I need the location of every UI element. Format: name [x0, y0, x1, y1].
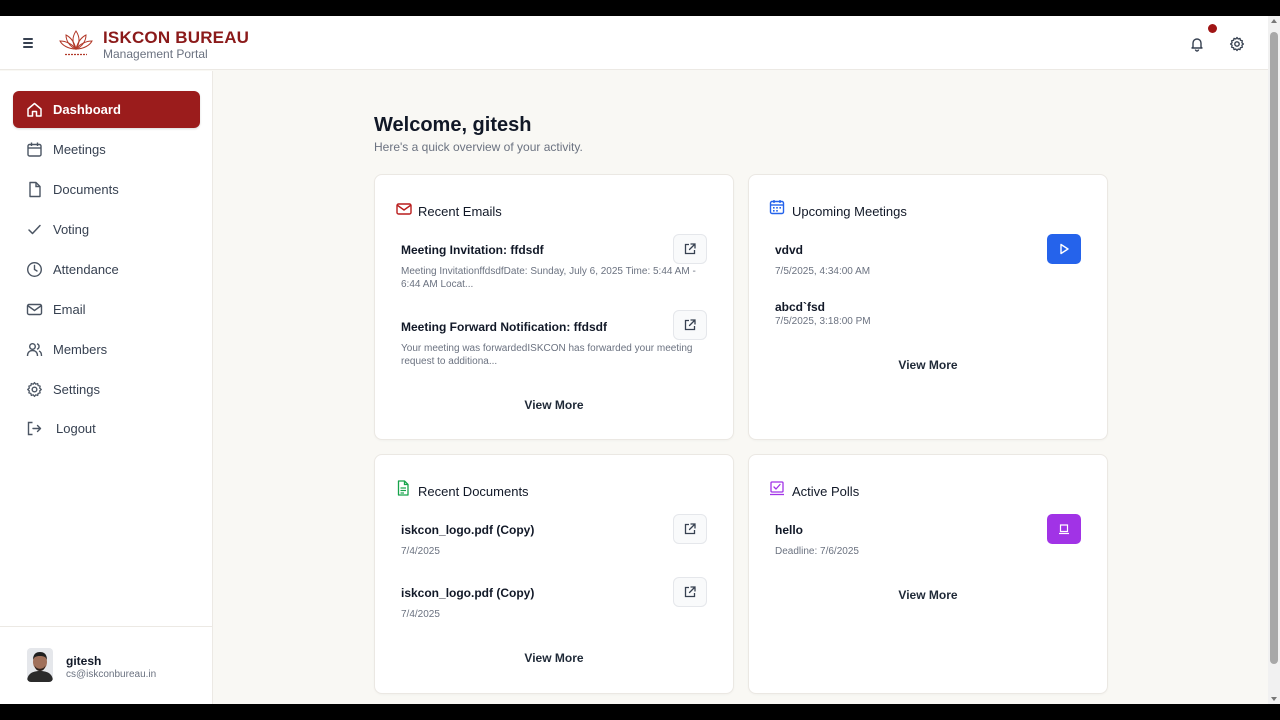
calendar-icon	[27, 142, 42, 157]
sidebar-item-settings[interactable]: Settings	[13, 371, 200, 408]
view-more-polls-link[interactable]: View More	[749, 588, 1107, 602]
email-preview-line: Meeting InvitationffdsdfDate: Sunday, Ju…	[401, 266, 696, 277]
sidebar-item-members[interactable]: Members	[13, 331, 200, 368]
document-title: iskcon_logo.pdf (Copy)	[401, 586, 535, 600]
clock-icon	[26, 261, 43, 278]
calendar-icon	[769, 200, 785, 215]
email-preview-line: Your meeting was forwardedISKCON has for…	[401, 343, 693, 354]
user-email: cs@iskconbureau.in	[66, 669, 157, 680]
avatar[interactable]	[27, 648, 53, 682]
scroll-thumb[interactable]	[1270, 32, 1278, 664]
app-window: ISKCON BUREAU Management Portal Dashboar…	[0, 16, 1268, 704]
home-icon	[27, 102, 42, 117]
bell-icon[interactable]	[1189, 36, 1205, 52]
external-link-icon	[684, 243, 696, 255]
page-title: Welcome, gitesh	[374, 114, 532, 136]
open-email-button[interactable]	[673, 310, 707, 340]
email-preview-line: 6:44 AM Locat...	[401, 279, 474, 290]
sidebar-item-email[interactable]: Email	[13, 291, 200, 328]
document-date: 7/4/2025	[401, 546, 440, 557]
sidebar-item-label: Documents	[53, 182, 119, 197]
brand-subtitle: Management Portal	[103, 47, 208, 61]
email-title: Meeting Invitation: ffdsdf	[401, 243, 544, 257]
vote-poll-button[interactable]	[1047, 514, 1081, 544]
email-preview: Your meeting was forwardedISKCON has for…	[401, 342, 701, 368]
upcoming-meetings-card: Upcoming Meetings vdvd 7/5/2025, 4:34:00…	[748, 174, 1108, 440]
card-title: Active Polls	[792, 484, 860, 499]
open-document-button[interactable]	[673, 514, 707, 544]
join-meeting-button[interactable]	[1047, 234, 1081, 264]
meeting-time: 7/5/2025, 3:18:00 PM	[775, 316, 871, 327]
email-preview-line: request to additiona...	[401, 356, 498, 367]
page-subtitle: Here's a quick overview of your activity…	[374, 140, 583, 154]
sidebar: Dashboard Meetings Documents Voting Atte…	[0, 71, 213, 704]
sidebar-item-documents[interactable]: Documents	[13, 171, 200, 208]
logout-icon	[27, 421, 42, 436]
sidebar-item-label: Attendance	[53, 262, 119, 277]
view-more-emails-link[interactable]: View More	[375, 398, 733, 412]
gear-icon[interactable]	[1229, 36, 1245, 52]
poll-deadline: Deadline: 7/6/2025	[775, 546, 859, 557]
sidebar-item-label: Members	[53, 342, 108, 357]
file-icon	[29, 181, 41, 198]
screen-top-border	[0, 0, 1280, 16]
document-icon	[397, 480, 409, 496]
email-preview: Meeting InvitationffdsdfDate: Sunday, Ju…	[401, 265, 701, 291]
user-name: gitesh	[66, 654, 102, 668]
scroll-up-arrow-icon[interactable]	[1271, 19, 1277, 23]
active-polls-card: Active Polls hello Deadline: 7/6/2025 Vi…	[748, 454, 1108, 694]
sidebar-item-label: Meetings	[53, 142, 106, 157]
sidebar-item-meetings[interactable]: Meetings	[13, 131, 200, 168]
sidebar-item-dashboard[interactable]: Dashboard	[13, 91, 200, 128]
lotus-logo	[59, 30, 93, 57]
mail-icon	[396, 203, 412, 215]
sidebar-item-logout[interactable]: Logout	[13, 410, 200, 447]
scroll-down-arrow-icon[interactable]	[1271, 697, 1277, 701]
users-icon	[26, 343, 43, 357]
play-icon	[1060, 243, 1069, 255]
open-document-button[interactable]	[673, 577, 707, 607]
sidebar-item-label: Settings	[53, 382, 100, 397]
view-more-meetings-link[interactable]: View More	[749, 358, 1107, 372]
external-link-icon	[684, 523, 696, 535]
screen-bottom-border	[0, 704, 1280, 720]
notification-badge	[1208, 24, 1217, 33]
sidebar-divider	[0, 626, 213, 627]
sidebar-item-label: Voting	[53, 222, 90, 237]
recent-emails-card: Recent Emails Meeting Invitation: ffdsdf…	[374, 174, 734, 440]
mail-icon	[26, 303, 43, 316]
menu-icon[interactable]	[22, 34, 38, 50]
brand-title: ISKCON BUREAU	[103, 28, 250, 47]
external-link-icon	[684, 586, 696, 598]
sidebar-item-label: Email	[53, 302, 86, 317]
email-title: Meeting Forward Notification: ffdsdf	[401, 320, 607, 334]
meeting-time: 7/5/2025, 4:34:00 AM	[775, 266, 871, 277]
sidebar-item-label: Logout	[56, 421, 96, 436]
card-title: Recent Emails	[418, 204, 502, 219]
card-title: Upcoming Meetings	[792, 204, 907, 219]
poll-title: hello	[775, 523, 804, 537]
open-email-button[interactable]	[673, 234, 707, 264]
sidebar-item-voting[interactable]: Voting	[13, 211, 200, 248]
view-more-documents-link[interactable]: View More	[375, 651, 733, 665]
document-date: 7/4/2025	[401, 609, 440, 620]
vertical-scrollbar[interactable]	[1268, 16, 1280, 704]
document-title: iskcon_logo.pdf (Copy)	[401, 523, 535, 537]
sidebar-item-label: Dashboard	[53, 102, 121, 117]
gear-icon	[27, 381, 42, 398]
top-header: ISKCON BUREAU Management Portal	[0, 16, 1268, 70]
meeting-title: vdvd	[775, 243, 804, 257]
external-link-icon	[684, 319, 696, 331]
vote-icon	[1059, 524, 1069, 535]
check-icon	[28, 224, 41, 235]
poll-icon	[770, 481, 784, 496]
meeting-title: abcd`fsd	[775, 300, 826, 314]
recent-documents-card: Recent Documents iskcon_logo.pdf (Copy) …	[374, 454, 734, 694]
sidebar-item-attendance[interactable]: Attendance	[13, 251, 200, 288]
card-title: Recent Documents	[418, 484, 529, 499]
